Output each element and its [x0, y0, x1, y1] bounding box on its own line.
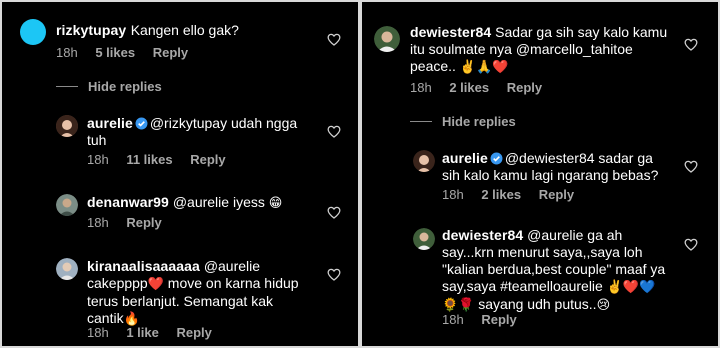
comment-meta: 18h Reply: [87, 215, 162, 230]
comment-time: 18h: [442, 312, 464, 327]
comment-dewiester84: dewiester84 Sadar ga sih say kalo kamu i…: [410, 24, 680, 76]
comment-text-cont: peace..: [410, 58, 456, 74]
comment-likes[interactable]: 5 likes: [95, 45, 135, 60]
comment-text: cakepppp: [87, 275, 148, 291]
like-heart-icon[interactable]: [684, 38, 698, 51]
comment-meta: 18h 2 likes Reply: [410, 80, 542, 95]
comment-text: @dewiester84 sadar ga: [504, 150, 653, 166]
comment-text-cont: sih kalo kamu lagi ngarang bebas?: [442, 167, 659, 183]
like-heart-icon[interactable]: [684, 160, 698, 173]
comment-rizkytupay: rizkytupay Kangen ello gak?: [56, 22, 316, 40]
hide-replies-label: Hide replies: [442, 114, 516, 129]
heart-emoji-icon: ❤️: [147, 277, 164, 292]
reply-button[interactable]: Reply: [481, 312, 516, 327]
comment-likes[interactable]: 2 likes: [481, 187, 521, 202]
comment-text-cont: sayang udh putus..: [474, 296, 597, 312]
comment-username[interactable]: denanwar99: [87, 194, 169, 210]
verified-badge-icon: [490, 152, 503, 165]
comment-time: 18h: [410, 80, 432, 95]
comment-time: 18h: [87, 215, 109, 230]
comment-time: 18h: [87, 325, 109, 340]
flowers-emoji-icon: 🌻🌹: [442, 298, 475, 313]
grin-emoji-icon: 😁: [268, 196, 283, 211]
comment-text-cont: say,saya #teamelloaurelie: [442, 278, 603, 294]
comment-time: 18h: [56, 45, 78, 60]
avatar-kiranaalisaaaaaa[interactable]: [56, 258, 78, 280]
like-heart-icon[interactable]: [327, 125, 341, 138]
like-heart-icon[interactable]: [327, 268, 341, 281]
comment-likes[interactable]: 11 likes: [126, 152, 172, 167]
avatar-aurelie[interactable]: [413, 150, 435, 172]
reply-button[interactable]: Reply: [176, 325, 211, 340]
comment-text: udah ngga: [227, 115, 298, 131]
mention-link[interactable]: @aurelie: [204, 258, 260, 274]
comment-dewiester84-reply: dewiester84 @aurelie ga ah say...krn men…: [442, 227, 682, 314]
verified-badge-icon: [135, 117, 148, 130]
avatar-dewiester84[interactable]: [374, 26, 400, 52]
comment-username[interactable]: aurelie: [442, 150, 488, 166]
comment-denanwar99: denanwar99 @aurelie iyess 😁: [87, 194, 317, 212]
comment-meta: 18h 2 likes Reply: [442, 187, 574, 202]
comment-text-cont: say...krn menurut saya,,saya loh: [442, 244, 643, 260]
sad-emoji-icon: 😢: [596, 298, 611, 313]
comment-aurelie-reply: aurelie @rizkytupay udah ngga tuh: [87, 115, 302, 149]
avatar-denanwar99[interactable]: [56, 194, 78, 216]
hide-replies-button[interactable]: Hide replies: [56, 79, 162, 94]
comment-username[interactable]: rizkytupay: [56, 22, 126, 38]
peace-pray-heart-emoji-icon: ✌️🙏❤️: [459, 60, 509, 75]
comment-text-cont: terus berlanjut. Semangat kak: [87, 293, 273, 309]
comment-username[interactable]: dewiester84: [410, 24, 491, 40]
left-comments-panel: rizkytupay Kangen ello gak? 18h 5 likes …: [2, 2, 358, 346]
comment-meta: 18h 11 likes Reply: [87, 152, 226, 167]
comment-meta: 18h Reply: [442, 312, 517, 327]
comment-username[interactable]: dewiester84: [442, 227, 523, 243]
hide-replies-button[interactable]: Hide replies: [410, 114, 516, 129]
avatar-aurelie[interactable]: [56, 115, 78, 137]
comment-kiranaalisaaaaaa: kiranaalisaaaaaa @aurelie cakepppp❤️ mov…: [87, 258, 322, 328]
comment-text: @aurelie iyess: [172, 194, 265, 210]
comment-text-cont: itu soulmate nya @marcello_tahitoe: [410, 41, 633, 57]
avatar-rizkytupay[interactable]: [20, 19, 46, 45]
comment-meta: 18h 1 like Reply: [87, 325, 212, 340]
peace-hearts-emoji-icon: ✌️❤️💙: [606, 280, 656, 295]
reply-button[interactable]: Reply: [539, 187, 574, 202]
comment-time: 18h: [442, 187, 464, 202]
like-heart-icon[interactable]: [684, 238, 698, 251]
like-heart-icon[interactable]: [327, 33, 341, 46]
comment-likes[interactable]: 2 likes: [449, 80, 489, 95]
comment-meta: 18h 5 likes Reply: [56, 45, 188, 60]
reply-button[interactable]: Reply: [190, 152, 225, 167]
comment-text-cont: tuh: [87, 132, 107, 148]
avatar-dewiester84[interactable]: [413, 228, 435, 250]
comment-text-cont: move on karna hidup: [163, 275, 299, 291]
like-heart-icon[interactable]: [327, 206, 341, 219]
reply-button[interactable]: Reply: [126, 215, 161, 230]
comment-text: @aurelie ga ah: [527, 227, 623, 243]
hide-replies-divider: [56, 86, 78, 87]
reply-button[interactable]: Reply: [153, 45, 188, 60]
right-comments-panel: dewiester84 Sadar ga sih say kalo kamu i…: [362, 2, 718, 346]
comment-text-cont: "kalian berdua,best couple" maaf ya: [442, 261, 666, 277]
comment-likes[interactable]: 1 like: [126, 325, 159, 340]
comment-username[interactable]: kiranaalisaaaaaa: [87, 258, 200, 274]
mention-link[interactable]: @rizkytupay: [150, 115, 227, 131]
comment-text: Sadar ga sih say kalo kamu: [495, 24, 668, 40]
comment-username[interactable]: aurelie: [87, 115, 133, 131]
comment-text: Kangen ello gak?: [130, 22, 239, 38]
hide-replies-divider: [410, 121, 432, 122]
comment-time: 18h: [87, 152, 109, 167]
reply-button[interactable]: Reply: [507, 80, 542, 95]
comment-aurelie-reply: aurelie @dewiester84 sadar ga sih kalo ka…: [442, 150, 682, 184]
comment-text-cont: cantik: [87, 310, 124, 326]
hide-replies-label: Hide replies: [88, 79, 162, 94]
